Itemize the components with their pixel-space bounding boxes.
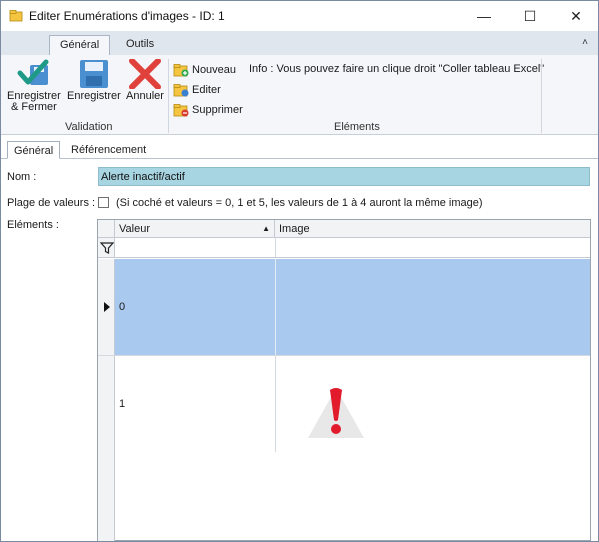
- cancel-label: Annuler: [126, 90, 164, 102]
- ribbon: Enregistrer & Fermer Enregistrer Annuler…: [1, 55, 598, 135]
- filter-icon: [100, 242, 114, 254]
- close-icon: ✕: [570, 7, 582, 24]
- column-divider: [275, 238, 276, 257]
- value-cell[interactable]: 1: [115, 356, 275, 451]
- column-divider: [275, 259, 276, 355]
- edit-button[interactable]: Editer: [173, 81, 221, 99]
- filter-cell[interactable]: [98, 238, 115, 257]
- title-bar: Editer Enumérations d'images - ID: 1 — ☐…: [1, 1, 598, 31]
- ribbon-group-separator-2: [541, 59, 542, 133]
- empty-indicator-area: [98, 451, 115, 541]
- value-text: 1: [119, 398, 126, 410]
- maximize-button[interactable]: ☐: [507, 1, 553, 31]
- current-row-arrow-icon: [104, 302, 110, 312]
- column-divider: [275, 356, 276, 452]
- range-checkbox[interactable]: [98, 197, 109, 208]
- delete-label: Supprimer: [192, 104, 243, 116]
- image-cell[interactable]: [276, 356, 590, 451]
- row-indicator: [98, 356, 115, 452]
- ribbon-tab-tools[interactable]: Outils: [116, 35, 164, 55]
- range-note: (Si coché et valeurs = 0, 1 et 5, les va…: [116, 197, 483, 209]
- new-button[interactable]: Nouveau: [173, 61, 236, 79]
- cancel-button[interactable]: Annuler: [126, 59, 164, 102]
- value-cell[interactable]: 0: [115, 259, 275, 355]
- ribbon-tab-general[interactable]: Général: [49, 35, 111, 55]
- tab-referencing[interactable]: Référencement: [65, 141, 152, 159]
- collapse-ribbon-icon[interactable]: ˄: [582, 37, 588, 48]
- elements-grid: Valeur ▲ Image 0 1: [97, 219, 591, 541]
- warning-triangle-icon: [308, 388, 364, 438]
- name-label: Nom :: [7, 171, 37, 183]
- save-icon: [79, 60, 108, 88]
- folder-edit-icon: [173, 84, 189, 97]
- range-label: Plage de valeurs :: [7, 197, 96, 209]
- ribbon-tab-strip: Général Outils ˄: [1, 31, 598, 55]
- form-tab-strip: Général Référencement: [1, 141, 598, 159]
- ribbon-group-separator: [168, 59, 169, 133]
- table-row[interactable]: 1: [98, 355, 590, 452]
- window-title: Editer Enumérations d'images - ID: 1: [29, 9, 225, 23]
- tab-general[interactable]: Général: [7, 141, 61, 159]
- value-text: 0: [119, 301, 126, 313]
- save-button[interactable]: Enregistrer: [67, 59, 121, 102]
- elements-label: Eléments :: [7, 219, 59, 231]
- column-header-image-label: Image: [279, 223, 310, 235]
- delete-button[interactable]: Supprimer: [173, 101, 243, 119]
- elements-group-label: Eléments: [334, 121, 380, 133]
- edit-label: Editer: [192, 84, 221, 96]
- sort-ascending-icon: ▲: [262, 224, 270, 233]
- minimize-button[interactable]: —: [461, 1, 507, 31]
- save-close-label-2: & Fermer: [10, 101, 57, 113]
- table-row[interactable]: 0: [98, 259, 590, 355]
- info-text: Info : Vous pouvez faire un clique droit…: [249, 63, 545, 75]
- column-header-value-label: Valeur: [119, 223, 150, 235]
- app-icon: [9, 10, 23, 22]
- row-indicator: [98, 259, 115, 355]
- editor-window: Editer Enumérations d'images - ID: 1 — ☐…: [0, 0, 599, 542]
- folder-new-icon: [173, 64, 189, 77]
- save-check-icon: [17, 59, 49, 85]
- save-label: Enregistrer: [67, 90, 121, 102]
- name-field[interactable]: [98, 167, 590, 186]
- image-cell[interactable]: [276, 259, 590, 355]
- minimize-icon: —: [477, 8, 491, 24]
- folder-delete-icon: [173, 104, 189, 117]
- new-label: Nouveau: [192, 64, 237, 76]
- close-button[interactable]: ✕: [553, 1, 599, 31]
- filter-row: [98, 238, 590, 258]
- maximize-icon: ☐: [523, 7, 537, 24]
- column-header-image[interactable]: Image: [275, 220, 590, 238]
- cancel-icon: [128, 59, 161, 89]
- validation-group-label: Validation: [65, 121, 113, 133]
- grid-corner: [98, 220, 115, 238]
- column-header-value[interactable]: Valeur ▲: [115, 220, 275, 238]
- save-close-button[interactable]: Enregistrer & Fermer: [7, 59, 61, 113]
